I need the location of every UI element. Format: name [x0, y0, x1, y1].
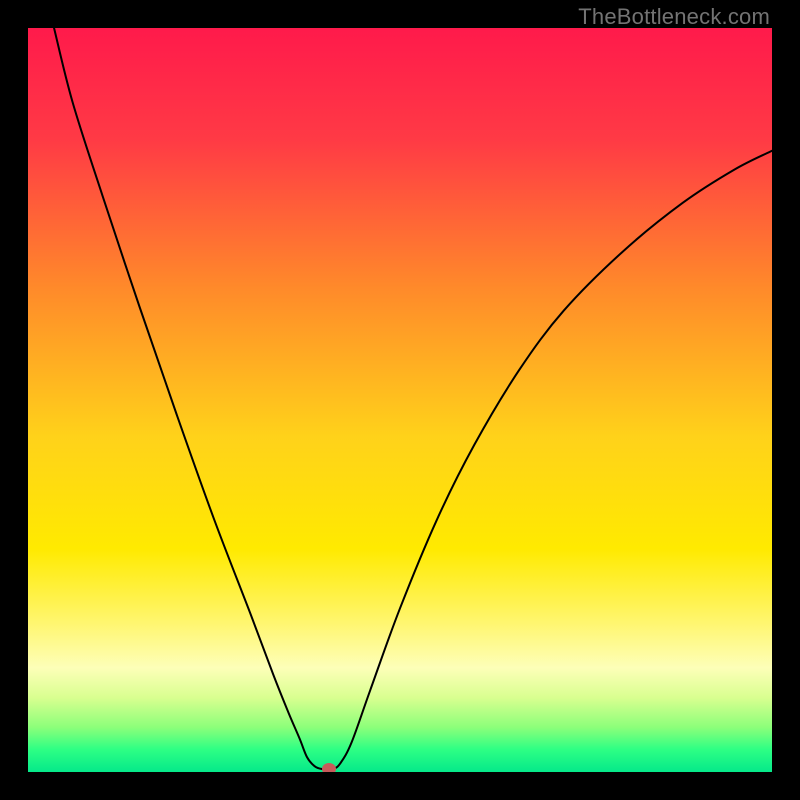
- background-gradient: [28, 28, 772, 772]
- chart-container: TheBottleneck.com: [0, 0, 800, 800]
- optimal-point-marker: [322, 763, 336, 772]
- plot-area: [28, 28, 772, 772]
- watermark-text: TheBottleneck.com: [578, 4, 770, 30]
